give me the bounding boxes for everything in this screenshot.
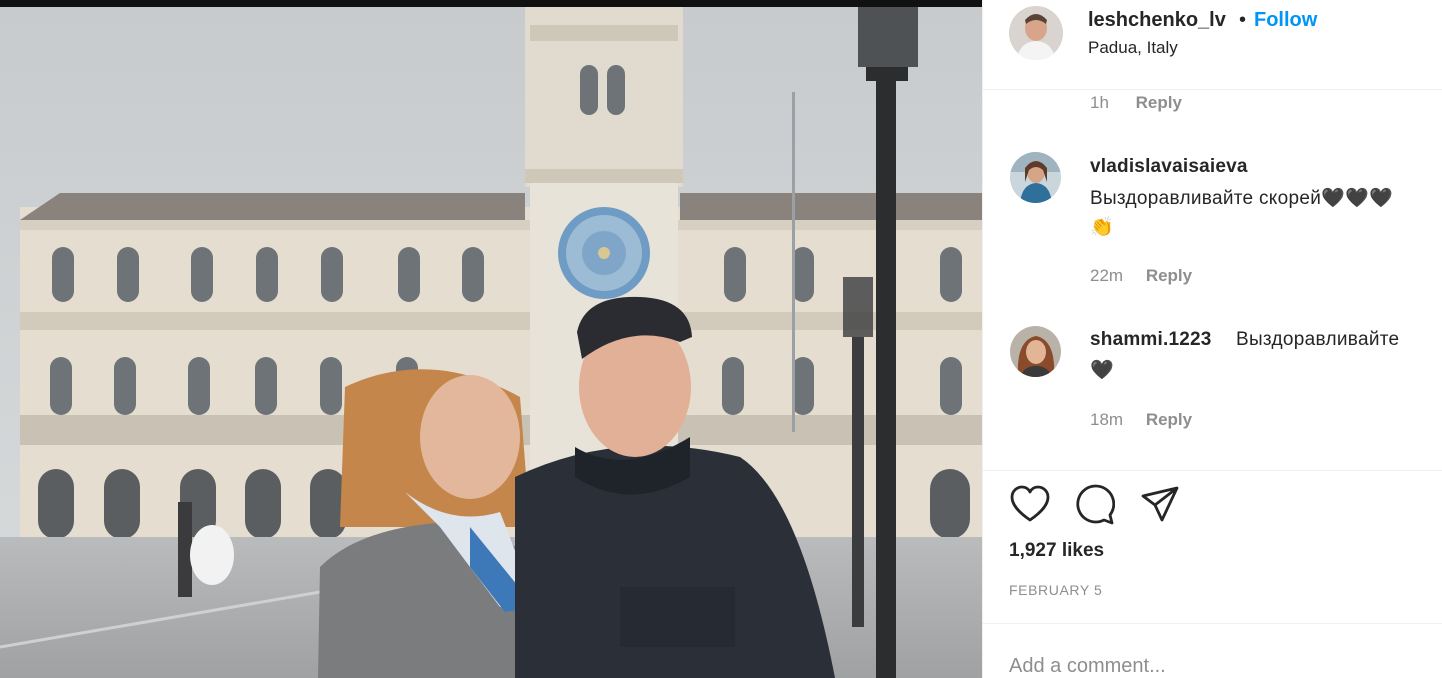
- actions-divider: [983, 470, 1442, 471]
- share-icon[interactable]: [1139, 484, 1181, 526]
- post-date: FEBRUARY 5: [1009, 582, 1103, 598]
- comment-meta: 22m Reply: [1090, 266, 1192, 286]
- comment-text: Выздоравливайте: [1236, 329, 1400, 350]
- add-comment-input[interactable]: Add a comment...: [1009, 655, 1166, 678]
- comment-time: 18m: [1090, 410, 1124, 429]
- comment-text: Выздоравливайте скорей🖤🖤🖤: [1090, 188, 1393, 209]
- comment-icon[interactable]: [1073, 484, 1115, 526]
- reply-button[interactable]: Reply: [1146, 266, 1192, 285]
- heart-icon[interactable]: [1009, 484, 1051, 524]
- post-photo-image: [0, 7, 982, 678]
- follow-button[interactable]: Follow: [1254, 9, 1317, 32]
- post-actions: [1009, 484, 1209, 528]
- comment-text-continued: 👏: [1090, 217, 1114, 238]
- comment-time: 22m: [1090, 266, 1124, 285]
- reply-button[interactable]: Reply: [1136, 93, 1182, 112]
- post-photo[interactable]: [0, 0, 982, 678]
- commenter-username[interactable]: shammi.1223: [1090, 329, 1212, 351]
- comment-text-continued: 🖤: [1090, 360, 1114, 381]
- author-username[interactable]: leshchenko_lv: [1088, 9, 1226, 32]
- comment-meta: 18m Reply: [1090, 410, 1192, 430]
- comment-time: 1h: [1090, 93, 1109, 112]
- commenter-avatar[interactable]: [1010, 326, 1061, 377]
- add-comment-bar: Add a comment...: [983, 623, 1442, 678]
- separator-dot: •: [1239, 9, 1247, 31]
- comment-meta: 1h Reply: [1090, 93, 1182, 113]
- photo-top-edge: [0, 0, 982, 7]
- likes-count[interactable]: 1,927 likes: [1009, 540, 1104, 562]
- commenter-username[interactable]: vladislavaisaieva: [1090, 156, 1248, 178]
- post-location[interactable]: Padua, Italy: [1088, 38, 1178, 58]
- author-avatar[interactable]: [1009, 6, 1063, 60]
- reply-button[interactable]: Reply: [1146, 410, 1192, 429]
- post-header: leshchenko_lv • Follow Padua, Italy: [983, 0, 1442, 90]
- post-side-panel: leshchenko_lv • Follow Padua, Italy 1h R…: [982, 0, 1442, 678]
- instagram-post-view: leshchenko_lv • Follow Padua, Italy 1h R…: [0, 0, 1442, 678]
- commenter-avatar[interactable]: [1010, 152, 1061, 203]
